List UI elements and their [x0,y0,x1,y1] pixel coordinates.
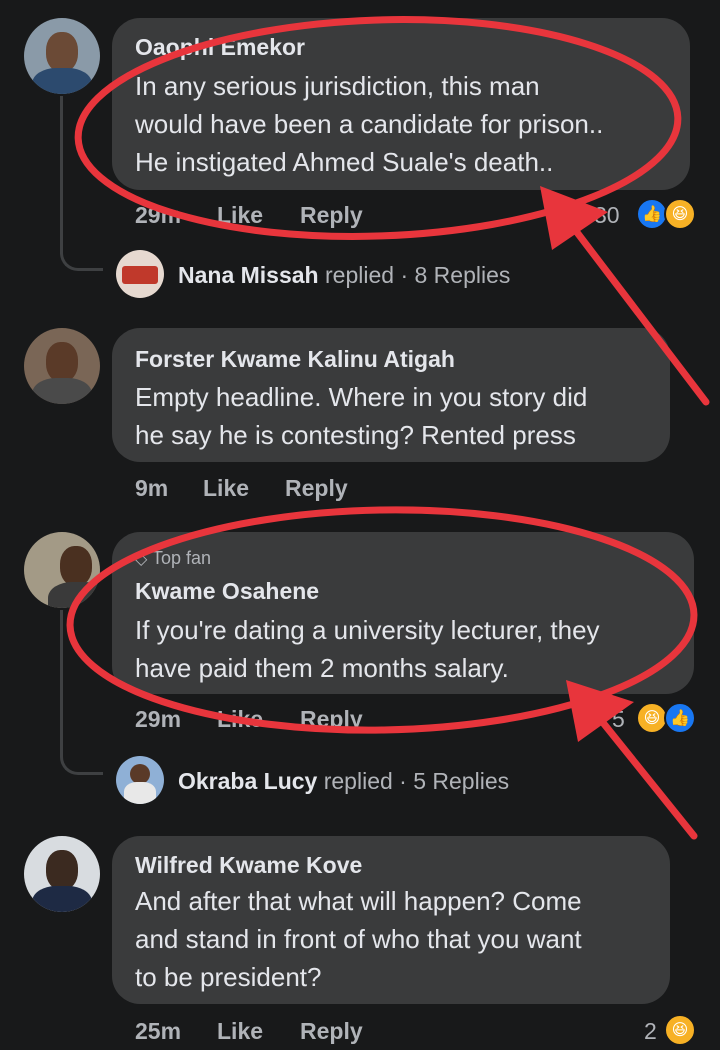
top-fan-diamond-icon: ◇ [135,551,148,568]
reaction-count[interactable]: 5 [612,706,625,733]
like-button[interactable]: Like [203,475,249,502]
comment-time: 9m [135,475,169,501]
comment-time: 29m [135,706,182,732]
comment-line: have paid them 2 months salary. [135,653,509,683]
reaction-count[interactable]: 2 [644,1018,657,1045]
reaction-count[interactable]: 30 [594,202,620,229]
comment-line: to be president? [135,962,322,992]
comment-author[interactable]: Wilfred Kwame Kove [135,852,362,879]
comment-line: he say he is contesting? Rented press [135,420,576,450]
comment-line: If you're dating a university lecturer, … [135,615,600,645]
reply-summary-link[interactable]: Okraba Lucy replied · 5 Replies [178,768,509,795]
comment-time: 29m [135,202,182,228]
avatar[interactable] [116,250,164,298]
like-button[interactable]: Like [217,202,263,229]
reply-count: · 5 Replies [399,768,510,794]
reply-thread-line [60,610,103,775]
reply-button[interactable]: Reply [300,1018,363,1045]
comment-author[interactable]: Kwame Osahene [135,578,319,605]
comment-line: would have been a candidate for prison.. [135,109,604,139]
avatar[interactable] [24,18,100,94]
reply-verb: replied [325,262,395,288]
comment-line: He instigated Ahmed Suale's death.. [135,147,554,177]
haha-reaction-icon: 😆 [664,1014,696,1046]
avatar[interactable] [24,328,100,404]
comment-line: Empty headline. Where in you story did [135,382,588,412]
reply-author: Nana Missah [178,262,319,288]
reply-button[interactable]: Reply [300,706,363,733]
avatar[interactable] [24,836,100,912]
reply-button[interactable]: Reply [285,475,348,502]
reply-author: Okraba Lucy [178,768,318,794]
comment-text: In any serious jurisdiction, this man wo… [135,67,603,181]
reply-verb: replied [323,768,393,794]
comment-author[interactable]: Oaophi Emekor [135,34,305,61]
avatar[interactable] [116,756,164,804]
top-fan-badge: ◇ Top fan [135,548,211,569]
reply-count: · 8 Replies [400,262,511,288]
reply-thread-line [60,96,103,271]
comment-line: and stand in front of who that you want [135,924,582,954]
like-button[interactable]: Like [217,1018,263,1045]
comment-text: If you're dating a university lecturer, … [135,611,600,687]
reply-button[interactable]: Reply [300,202,363,229]
like-button[interactable]: Like [217,706,263,733]
like-reaction-icon: 👍 [664,702,696,734]
haha-reaction-icon: 😆 [664,198,696,230]
reply-summary-link[interactable]: Nana Missah replied · 8 Replies [178,262,510,289]
avatar[interactable] [24,532,100,608]
comment-time: 25m [135,1018,182,1044]
comment-text: Empty headline. Where in you story did h… [135,378,587,454]
top-fan-label: Top fan [152,548,212,568]
comment-line: In any serious jurisdiction, this man [135,71,540,101]
comment-line: And after that what will happen? Come [135,886,582,916]
comment-text: And after that what will happen? Come an… [135,882,582,996]
comment-author[interactable]: Forster Kwame Kalinu Atigah [135,346,455,373]
